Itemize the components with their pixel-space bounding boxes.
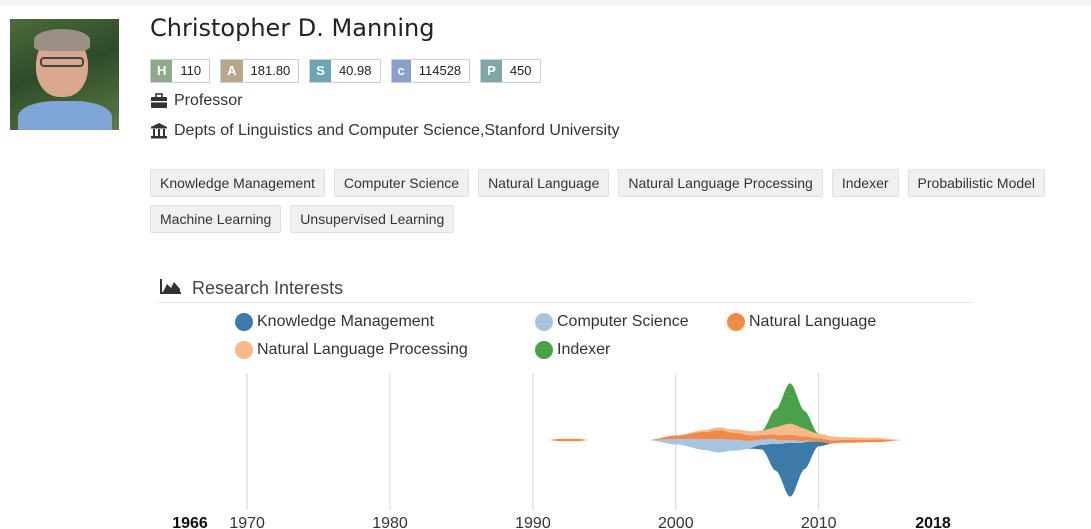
position-row: Professor xyxy=(150,92,242,110)
top-strip xyxy=(0,0,1091,6)
legend-label: Indexer xyxy=(557,341,611,358)
legend-label: Knowledge Management xyxy=(257,313,435,330)
legend-item[interactable]: Indexer xyxy=(535,341,610,359)
legend-item[interactable]: Computer Science xyxy=(535,313,689,331)
stream-natural-language-processing[interactable] xyxy=(190,423,933,441)
tag-item[interactable]: Knowledge Management xyxy=(150,169,325,197)
research-interests-heading: Research Interests xyxy=(160,278,343,299)
metric-value: 114528 xyxy=(410,60,470,82)
metric-value: 181.80 xyxy=(242,60,299,82)
tag-item[interactable]: Natural Language Processing xyxy=(618,169,823,197)
x-tick-label: 1966 xyxy=(172,515,208,529)
metric-value: 450 xyxy=(501,60,540,82)
stream-knowledge-management[interactable] xyxy=(190,440,933,497)
profile-name: Christopher D. Manning xyxy=(150,14,435,42)
legend-item[interactable]: Knowledge Management xyxy=(235,313,434,331)
tag-item[interactable]: Indexer xyxy=(831,169,899,197)
metric-value: 110 xyxy=(172,60,210,82)
research-streamgraph: 1966 1970 1980 1990 2000 2010 2018 xyxy=(172,373,951,529)
stream-indexer[interactable] xyxy=(190,383,933,440)
x-tick-label: 2018 xyxy=(915,515,951,529)
section-divider xyxy=(158,302,973,303)
metric-badge-a: A 181.80 xyxy=(220,59,300,83)
x-tick-label: 2010 xyxy=(801,515,837,529)
legend-item[interactable]: Natural Language xyxy=(727,313,876,331)
legend-swatch xyxy=(535,313,553,331)
metric-badge-c: c 114528 xyxy=(390,59,471,83)
x-tick-label: 2000 xyxy=(658,515,694,529)
legend-label: Computer Science xyxy=(557,313,689,330)
affiliation-row: Depts of Linguistics and Computer Scienc… xyxy=(150,122,620,140)
x-tick-label: 1990 xyxy=(515,515,551,529)
tag-item[interactable]: Probabilistic Model xyxy=(907,169,1046,197)
photo-shirt xyxy=(18,101,112,130)
metric-key: H xyxy=(151,60,173,82)
metric-key: S xyxy=(310,60,331,82)
metric-badge-s: S 40.98 xyxy=(309,59,381,83)
legend-swatch xyxy=(535,341,553,359)
metric-badge-h: H 110 xyxy=(150,59,211,83)
legend-swatch xyxy=(235,341,253,359)
metric-key: A xyxy=(221,60,243,82)
metric-value: 40.98 xyxy=(330,60,380,82)
photo-hair xyxy=(34,29,90,51)
affiliation-label: Depts of Linguistics and Computer Scienc… xyxy=(174,122,620,139)
metrics-row: H 110 A 181.80 S 40.98 c 114528 P 450 xyxy=(150,59,541,83)
legend-label: Natural Language Processing xyxy=(257,341,468,358)
x-tick-label: 1980 xyxy=(372,515,408,529)
legend-swatch xyxy=(235,313,253,331)
area-chart-icon xyxy=(160,278,182,299)
briefcase-icon xyxy=(150,93,168,109)
x-tick-label: 1970 xyxy=(229,515,265,529)
position-label: Professor xyxy=(174,92,243,109)
metric-key: c xyxy=(391,60,411,82)
tag-item[interactable]: Natural Language xyxy=(478,169,610,197)
tag-list: Knowledge Management Computer Science Natu… xyxy=(150,169,1090,233)
tag-item[interactable]: Machine Learning xyxy=(150,205,282,233)
legend-item[interactable]: Natural Language Processing xyxy=(235,341,468,359)
tag-item[interactable]: Computer Science xyxy=(333,169,470,197)
profile-photo xyxy=(10,19,119,130)
tag-item[interactable]: Unsupervised Learning xyxy=(290,205,455,233)
legend-label: Natural Language xyxy=(749,313,877,330)
institution-icon xyxy=(150,122,168,140)
legend-swatch xyxy=(727,313,745,331)
metric-key: P xyxy=(481,60,502,82)
photo-glasses xyxy=(40,57,84,67)
metric-badge-p: P 450 xyxy=(480,59,541,83)
research-interests-title: Research Interests xyxy=(192,278,344,298)
